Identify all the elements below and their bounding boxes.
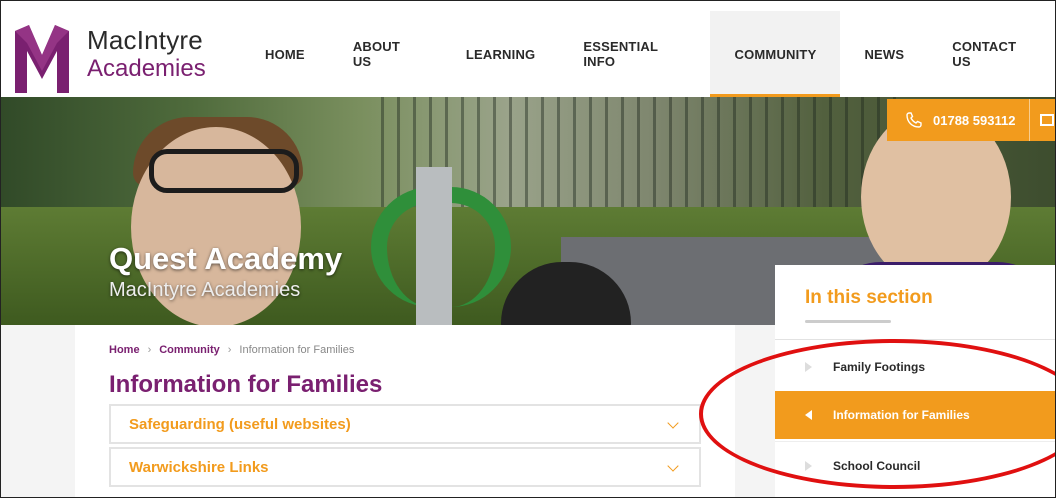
accordion-label: Safeguarding (useful websites) xyxy=(129,415,351,433)
nav-contact-us[interactable]: CONTACT US xyxy=(928,11,1055,97)
mid-gutter xyxy=(735,325,775,497)
hero-child-glasses xyxy=(149,149,299,193)
breadcrumb-community[interactable]: Community xyxy=(159,344,220,356)
left-gutter xyxy=(1,325,75,497)
triangle-right-icon xyxy=(805,362,812,372)
section-sidebar: In this section Family Footings Informat… xyxy=(775,265,1055,497)
hero-subtitle: MacIntyre Academies xyxy=(109,279,301,301)
breadcrumb-separator: › xyxy=(147,344,152,356)
accordion-warwickshire-links[interactable]: Warwickshire Links xyxy=(109,447,701,487)
macintyre-logo-icon[interactable] xyxy=(11,23,73,93)
chevron-down-icon[interactable] xyxy=(667,417,679,429)
logo-title[interactable]: MacIntyre xyxy=(87,25,203,56)
nav-learning[interactable]: LEARNING xyxy=(442,11,560,97)
nav-community[interactable]: COMMUNITY xyxy=(710,11,841,97)
sidebar-item-label: Family Footings xyxy=(833,360,926,374)
breadcrumb-separator: › xyxy=(227,344,232,356)
accordion-label: Warwickshire Links xyxy=(129,458,269,476)
nav-essential-info[interactable]: ESSENTIAL INFO xyxy=(559,11,710,97)
triangle-right-icon xyxy=(805,460,812,471)
chevron-down-icon[interactable] xyxy=(667,460,679,472)
contact-bar: 01788 593112 xyxy=(887,99,1055,141)
sidebar-item-information-for-families[interactable]: Information for Families xyxy=(775,391,1055,439)
sidebar-item-label: Information for Families xyxy=(833,408,970,422)
breadcrumb: Home › Community › Information for Famil… xyxy=(109,344,354,356)
page-title: Information for Families xyxy=(109,371,383,398)
sidebar-heading: In this section xyxy=(805,287,933,308)
sidebar-item-family-footings[interactable]: Family Footings xyxy=(775,343,1055,391)
breadcrumb-home[interactable]: Home xyxy=(109,344,140,356)
nav-news[interactable]: NEWS xyxy=(840,11,928,97)
sidebar-heading-underline xyxy=(805,320,891,323)
logo-subtitle[interactable]: Academies xyxy=(87,55,206,83)
phone-icon[interactable] xyxy=(905,111,923,129)
hero-title: Quest Academy xyxy=(109,241,343,276)
mail-icon[interactable] xyxy=(1040,114,1055,126)
site-header: MacIntyre Academies HOME ABOUT US LEARNI… xyxy=(1,1,1055,97)
contact-divider xyxy=(1029,99,1031,141)
phone-number[interactable]: 01788 593112 xyxy=(933,113,1015,128)
nav-about-us[interactable]: ABOUT US xyxy=(329,11,442,97)
page-frame: MacIntyre Academies HOME ABOUT US LEARNI… xyxy=(0,0,1056,498)
sidebar-item-school-council[interactable]: School Council xyxy=(775,441,1055,489)
triangle-left-icon xyxy=(805,410,812,420)
breadcrumb-current: Information for Families xyxy=(239,344,355,356)
hero-equipment-post xyxy=(416,167,452,325)
sidebar-divider xyxy=(775,339,1055,340)
nav-home[interactable]: HOME xyxy=(241,11,329,97)
main-nav: HOME ABOUT US LEARNING ESSENTIAL INFO CO… xyxy=(241,11,1055,97)
accordion-safeguarding[interactable]: Safeguarding (useful websites) xyxy=(109,404,701,444)
sidebar-item-label: School Council xyxy=(833,458,921,473)
